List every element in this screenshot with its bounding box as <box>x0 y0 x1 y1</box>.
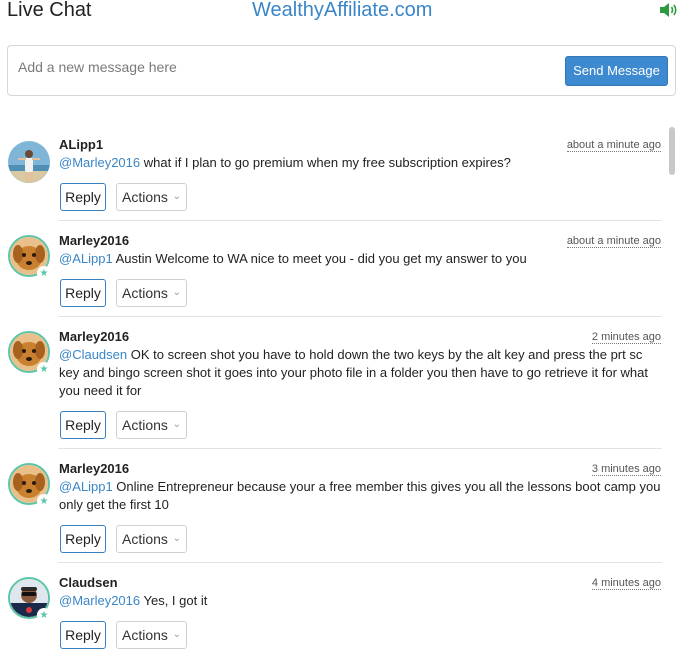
message-text: @ALipp1 Austin Welcome to WA nice to mee… <box>59 250 664 268</box>
chat-message: ★ Marley2016 3 minutes ago @ALipp1 Onlin… <box>0 449 668 563</box>
chat-message: ★ Marley2016 about a minute ago @ALipp1 … <box>0 221 668 317</box>
actions-label: Actions <box>122 189 168 205</box>
mention-link[interactable]: @Claudsen <box>59 347 127 362</box>
actions-label: Actions <box>122 285 168 301</box>
actions-dropdown[interactable]: Actions ⌄ <box>116 279 187 307</box>
message-username[interactable]: Marley2016 <box>59 233 129 248</box>
actions-label: Actions <box>122 627 168 643</box>
message-username[interactable]: Claudsen <box>59 575 118 590</box>
send-message-button[interactable]: Send Message <box>565 56 668 86</box>
message-username[interactable]: Marley2016 <box>59 461 129 476</box>
message-body: Austin Welcome to WA nice to meet you - … <box>112 251 527 266</box>
chat-message: ALipp1 about a minute ago @Marley2016 wh… <box>0 125 668 221</box>
message-username[interactable]: ALipp1 <box>59 137 103 152</box>
actions-label: Actions <box>122 531 168 547</box>
message-text: @Marley2016 Yes, I got it <box>59 592 664 610</box>
message-body: what if I plan to go premium when my fre… <box>140 155 511 170</box>
reply-button[interactable]: Reply <box>60 279 106 307</box>
message-body: Yes, I got it <box>140 593 208 608</box>
reply-button[interactable]: Reply <box>60 183 106 211</box>
avatar[interactable] <box>8 141 50 183</box>
chevron-down-icon: ⌄ <box>172 419 181 430</box>
avatar-photo <box>8 141 50 183</box>
message-timestamp: 2 minutes ago <box>591 331 661 344</box>
actions-label: Actions <box>122 417 168 433</box>
mention-link[interactable]: @ALipp1 <box>59 251 113 266</box>
message-input[interactable] <box>18 56 548 78</box>
message-body: OK to screen shot you have to hold down … <box>59 347 648 398</box>
chat-message: ★ Claudsen 4 minutes ago @Marley2016 Yes… <box>0 563 668 649</box>
speaker-volume-icon[interactable] <box>659 2 679 18</box>
member-star-icon: ★ <box>37 266 51 280</box>
scrollbar-thumb[interactable] <box>669 127 675 175</box>
mention-link[interactable]: @Marley2016 <box>59 155 140 170</box>
message-timestamp: 4 minutes ago <box>591 577 661 590</box>
actions-dropdown[interactable]: Actions ⌄ <box>116 525 187 553</box>
member-star-icon: ★ <box>37 362 51 376</box>
message-composer: Send Message <box>7 45 676 96</box>
actions-dropdown[interactable]: Actions ⌄ <box>116 411 187 439</box>
message-text: @ALipp1 Online Entrepreneur because your… <box>59 478 664 514</box>
actions-dropdown[interactable]: Actions ⌄ <box>116 621 187 649</box>
chevron-down-icon: ⌄ <box>172 191 181 202</box>
message-timestamp: about a minute ago <box>566 235 661 248</box>
reply-button[interactable]: Reply <box>60 525 106 553</box>
chevron-down-icon: ⌄ <box>172 629 181 640</box>
chat-header: Live Chat WealthyAffiliate.com <box>0 0 686 28</box>
reply-button[interactable]: Reply <box>60 411 106 439</box>
reply-button[interactable]: Reply <box>60 621 106 649</box>
message-body: Online Entrepreneur because your a free … <box>59 479 661 512</box>
mention-link[interactable]: @ALipp1 <box>59 479 113 494</box>
actions-dropdown[interactable]: Actions ⌄ <box>116 183 187 211</box>
message-timestamp: 3 minutes ago <box>591 463 661 476</box>
chat-feed[interactable]: ALipp1 about a minute ago @Marley2016 wh… <box>0 125 686 649</box>
chevron-down-icon: ⌄ <box>172 533 181 544</box>
member-star-icon: ★ <box>37 608 51 622</box>
message-text: @Claudsen OK to screen shot you have to … <box>59 346 664 400</box>
page-title: Live Chat <box>7 0 92 21</box>
feed-scrollbar[interactable] <box>669 125 675 649</box>
message-text: @Marley2016 what if I plan to go premium… <box>59 154 664 172</box>
message-timestamp: about a minute ago <box>566 139 661 152</box>
member-star-icon: ★ <box>37 494 51 508</box>
chat-message: ★ Marley2016 2 minutes ago @Claudsen OK … <box>0 317 668 449</box>
mention-link[interactable]: @Marley2016 <box>59 593 140 608</box>
chevron-down-icon: ⌄ <box>172 287 181 298</box>
site-name-link[interactable]: WealthyAffiliate.com <box>252 0 432 22</box>
message-username[interactable]: Marley2016 <box>59 329 129 344</box>
